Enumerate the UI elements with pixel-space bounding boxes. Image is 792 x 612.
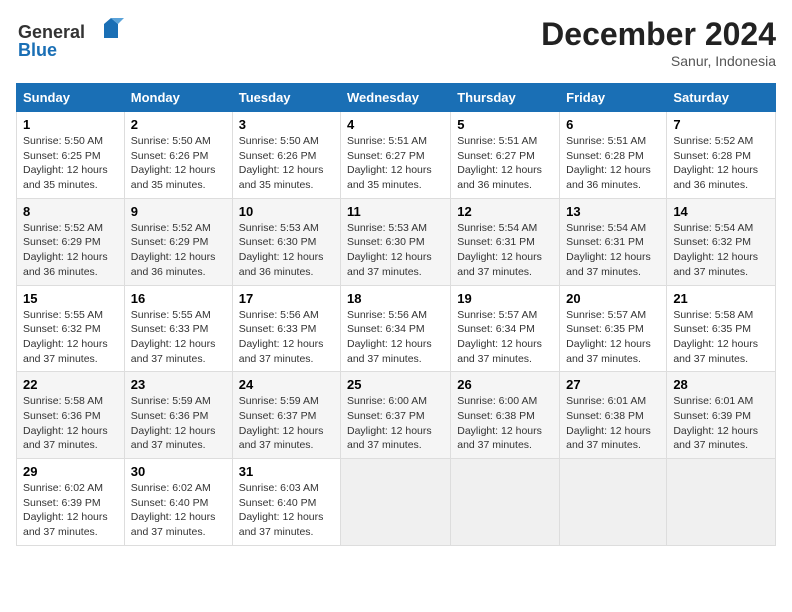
calendar-cell: 3Sunrise: 5:50 AMSunset: 6:26 PMDaylight… bbox=[232, 112, 340, 199]
week-row-2: 8Sunrise: 5:52 AMSunset: 6:29 PMDaylight… bbox=[17, 198, 776, 285]
week-row-5: 29Sunrise: 6:02 AMSunset: 6:39 PMDayligh… bbox=[17, 459, 776, 546]
calendar-cell: 8Sunrise: 5:52 AMSunset: 6:29 PMDaylight… bbox=[17, 198, 125, 285]
calendar-cell: 23Sunrise: 5:59 AMSunset: 6:36 PMDayligh… bbox=[124, 372, 232, 459]
calendar-cell: 10Sunrise: 5:53 AMSunset: 6:30 PMDayligh… bbox=[232, 198, 340, 285]
calendar-cell: 9Sunrise: 5:52 AMSunset: 6:29 PMDaylight… bbox=[124, 198, 232, 285]
col-sunday: Sunday bbox=[17, 84, 125, 112]
calendar-cell: 14Sunrise: 5:54 AMSunset: 6:32 PMDayligh… bbox=[667, 198, 776, 285]
calendar-cell: 26Sunrise: 6:00 AMSunset: 6:38 PMDayligh… bbox=[451, 372, 560, 459]
calendar-cell: 22Sunrise: 5:58 AMSunset: 6:36 PMDayligh… bbox=[17, 372, 125, 459]
location: Sanur, Indonesia bbox=[541, 53, 776, 69]
calendar-cell: 20Sunrise: 5:57 AMSunset: 6:35 PMDayligh… bbox=[560, 285, 667, 372]
col-saturday: Saturday bbox=[667, 84, 776, 112]
calendar-cell: 18Sunrise: 5:56 AMSunset: 6:34 PMDayligh… bbox=[341, 285, 451, 372]
calendar-cell bbox=[341, 459, 451, 546]
month-title: December 2024 bbox=[541, 16, 776, 53]
calendar-cell: 15Sunrise: 5:55 AMSunset: 6:32 PMDayligh… bbox=[17, 285, 125, 372]
svg-text:General: General bbox=[18, 22, 85, 42]
calendar-cell: 31Sunrise: 6:03 AMSunset: 6:40 PMDayligh… bbox=[232, 459, 340, 546]
calendar-cell: 24Sunrise: 5:59 AMSunset: 6:37 PMDayligh… bbox=[232, 372, 340, 459]
calendar-cell: 1Sunrise: 5:50 AMSunset: 6:25 PMDaylight… bbox=[17, 112, 125, 199]
week-row-1: 1Sunrise: 5:50 AMSunset: 6:25 PMDaylight… bbox=[17, 112, 776, 199]
calendar-cell: 12Sunrise: 5:54 AMSunset: 6:31 PMDayligh… bbox=[451, 198, 560, 285]
col-monday: Monday bbox=[124, 84, 232, 112]
logo-text: General Blue bbox=[16, 16, 126, 71]
calendar-cell: 6Sunrise: 5:51 AMSunset: 6:28 PMDaylight… bbox=[560, 112, 667, 199]
calendar-cell: 16Sunrise: 5:55 AMSunset: 6:33 PMDayligh… bbox=[124, 285, 232, 372]
calendar-cell: 4Sunrise: 5:51 AMSunset: 6:27 PMDaylight… bbox=[341, 112, 451, 199]
calendar-cell: 25Sunrise: 6:00 AMSunset: 6:37 PMDayligh… bbox=[341, 372, 451, 459]
calendar-header-row: Sunday Monday Tuesday Wednesday Thursday… bbox=[17, 84, 776, 112]
calendar-cell: 27Sunrise: 6:01 AMSunset: 6:38 PMDayligh… bbox=[560, 372, 667, 459]
calendar-cell bbox=[667, 459, 776, 546]
calendar-cell: 5Sunrise: 5:51 AMSunset: 6:27 PMDaylight… bbox=[451, 112, 560, 199]
calendar-cell: 17Sunrise: 5:56 AMSunset: 6:33 PMDayligh… bbox=[232, 285, 340, 372]
week-row-3: 15Sunrise: 5:55 AMSunset: 6:32 PMDayligh… bbox=[17, 285, 776, 372]
calendar-cell: 19Sunrise: 5:57 AMSunset: 6:34 PMDayligh… bbox=[451, 285, 560, 372]
calendar-cell bbox=[451, 459, 560, 546]
page-header: General Blue December 2024 Sanur, Indone… bbox=[16, 16, 776, 71]
calendar-cell: 11Sunrise: 5:53 AMSunset: 6:30 PMDayligh… bbox=[341, 198, 451, 285]
col-thursday: Thursday bbox=[451, 84, 560, 112]
calendar-cell: 29Sunrise: 6:02 AMSunset: 6:39 PMDayligh… bbox=[17, 459, 125, 546]
calendar-cell: 30Sunrise: 6:02 AMSunset: 6:40 PMDayligh… bbox=[124, 459, 232, 546]
week-row-4: 22Sunrise: 5:58 AMSunset: 6:36 PMDayligh… bbox=[17, 372, 776, 459]
calendar-cell: 7Sunrise: 5:52 AMSunset: 6:28 PMDaylight… bbox=[667, 112, 776, 199]
col-friday: Friday bbox=[560, 84, 667, 112]
calendar-cell: 13Sunrise: 5:54 AMSunset: 6:31 PMDayligh… bbox=[560, 198, 667, 285]
calendar-cell bbox=[560, 459, 667, 546]
calendar-cell: 28Sunrise: 6:01 AMSunset: 6:39 PMDayligh… bbox=[667, 372, 776, 459]
logo: General Blue bbox=[16, 16, 126, 71]
title-block: December 2024 Sanur, Indonesia bbox=[541, 16, 776, 69]
calendar-table: Sunday Monday Tuesday Wednesday Thursday… bbox=[16, 83, 776, 546]
svg-text:Blue: Blue bbox=[18, 40, 57, 60]
col-wednesday: Wednesday bbox=[341, 84, 451, 112]
calendar-cell: 21Sunrise: 5:58 AMSunset: 6:35 PMDayligh… bbox=[667, 285, 776, 372]
calendar-cell: 2Sunrise: 5:50 AMSunset: 6:26 PMDaylight… bbox=[124, 112, 232, 199]
col-tuesday: Tuesday bbox=[232, 84, 340, 112]
